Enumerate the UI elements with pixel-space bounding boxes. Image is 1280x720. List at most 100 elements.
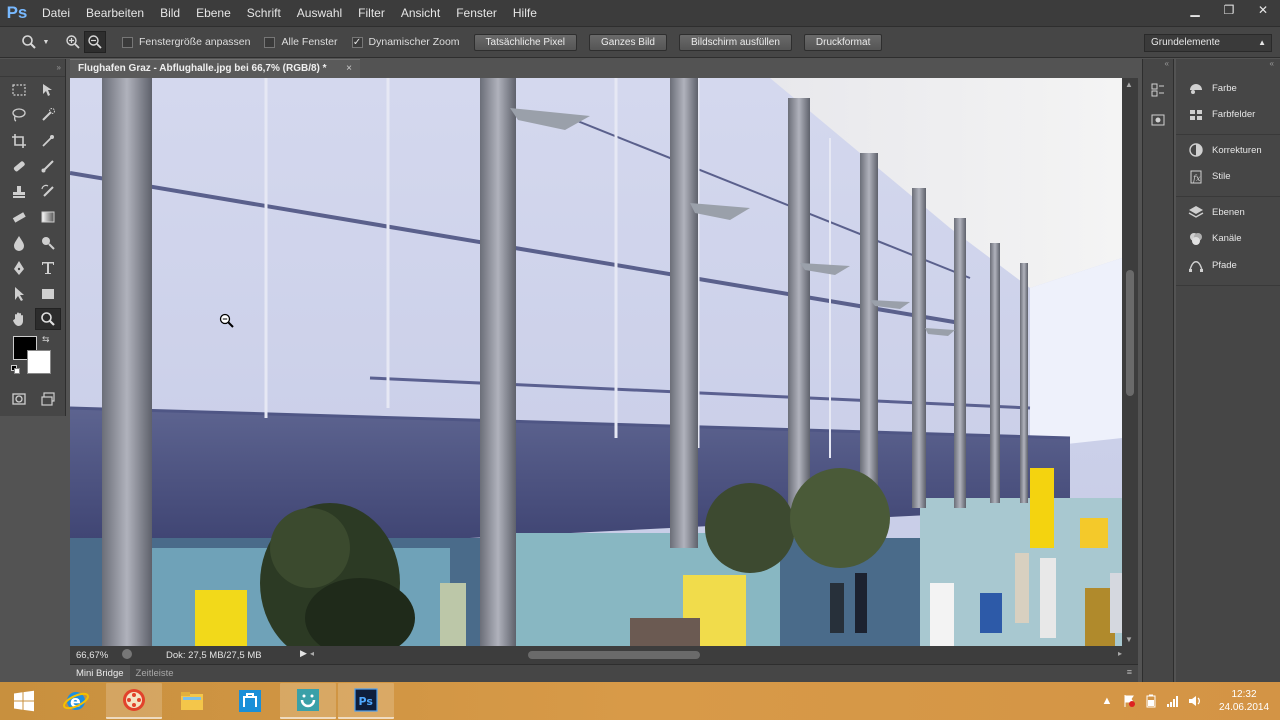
hand-tool-icon[interactable] xyxy=(6,308,31,330)
volume-icon[interactable] xyxy=(1184,692,1206,710)
styles-icon: fx xyxy=(1186,169,1206,185)
eraser-tool-icon[interactable] xyxy=(6,206,32,228)
zoom-tool-preset-icon[interactable] xyxy=(18,31,40,53)
properties-panel-icon[interactable] xyxy=(1147,109,1169,131)
status-indicator-icon[interactable] xyxy=(122,649,132,659)
clock[interactable]: 12:32 24.06.2014 xyxy=(1214,688,1274,714)
network-icon[interactable] xyxy=(1162,692,1184,710)
show-hidden-icons-icon[interactable]: ▲ xyxy=(1096,692,1118,710)
start-button[interactable] xyxy=(0,682,48,720)
action-center-flag-icon[interactable] xyxy=(1118,692,1140,710)
brush-tool-icon[interactable] xyxy=(36,155,62,177)
eyedropper-tool-icon[interactable] xyxy=(36,130,62,152)
panel-stile[interactable]: fx Stile xyxy=(1176,164,1280,191)
battery-icon[interactable] xyxy=(1140,692,1162,710)
menu-bearbeiten[interactable]: Bearbeiten xyxy=(78,0,152,26)
panel-farbe[interactable]: Farbe xyxy=(1176,75,1280,102)
menu-schrift[interactable]: Schrift xyxy=(239,0,289,26)
panel-menu-icon[interactable]: ≡ xyxy=(1127,667,1132,677)
horizontal-scrollbar[interactable]: ◂ ▸ xyxy=(310,649,1122,661)
default-colors-icon[interactable] xyxy=(11,365,20,374)
airport-hall-photo xyxy=(70,78,1122,646)
panel-ebenen[interactable]: Ebenen xyxy=(1176,199,1280,226)
scroll-right-icon[interactable]: ▸ xyxy=(1118,649,1122,658)
actual-pixels-button[interactable]: Tatsächliche Pixel xyxy=(473,33,578,51)
screen-mode-icon[interactable] xyxy=(36,388,62,410)
checkbox-box[interactable] xyxy=(122,36,133,48)
svg-text:Ps: Ps xyxy=(359,695,374,708)
all-windows-checkbox[interactable]: Alle Fenster xyxy=(264,36,338,48)
history-panel-icon[interactable] xyxy=(1147,79,1169,101)
fit-screen-button[interactable]: Ganzes Bild xyxy=(589,33,667,51)
tab-zeitleiste[interactable]: Zeitleiste xyxy=(130,665,180,682)
status-menu-arrow-icon[interactable]: ▶ xyxy=(300,648,307,659)
crop-tool-icon[interactable] xyxy=(6,130,32,152)
taskbar-internet-explorer[interactable]: e xyxy=(48,683,104,719)
panel-korrekturen[interactable]: Korrekturen xyxy=(1176,137,1280,164)
panel-label: Farbe xyxy=(1212,82,1237,94)
document-tab[interactable]: Flughafen Graz - Abflughalle.jpg bei 66,… xyxy=(70,59,360,78)
close-button[interactable]: ✕ xyxy=(1246,0,1280,20)
clone-stamp-tool-icon[interactable] xyxy=(6,181,32,203)
taskbar-media-player[interactable] xyxy=(106,683,162,719)
fill-screen-button[interactable]: Bildschirm ausfüllen xyxy=(678,33,792,51)
horizontal-scroll-thumb[interactable] xyxy=(528,651,700,659)
restore-button[interactable]: ❐ xyxy=(1212,0,1246,20)
healing-brush-tool-icon[interactable] xyxy=(6,155,32,177)
menu-ansicht[interactable]: Ansicht xyxy=(393,0,448,26)
path-selection-tool-icon[interactable] xyxy=(6,283,32,305)
panel-farbfelder[interactable]: Farbfelder xyxy=(1176,102,1280,129)
vertical-scroll-thumb[interactable] xyxy=(1126,270,1134,396)
vertical-scrollbar[interactable]: ▲ ▼ xyxy=(1122,78,1138,646)
gradient-tool-icon[interactable] xyxy=(36,206,62,228)
background-color[interactable] xyxy=(27,350,51,374)
menu-bild[interactable]: Bild xyxy=(152,0,188,26)
document-canvas[interactable] xyxy=(70,78,1122,646)
minimize-button[interactable]: ▁ xyxy=(1178,0,1212,20)
blur-tool-icon[interactable] xyxy=(6,232,32,254)
lasso-tool-icon[interactable] xyxy=(6,104,32,126)
history-brush-tool-icon[interactable] xyxy=(36,181,62,203)
dodge-tool-icon[interactable] xyxy=(36,232,62,254)
print-size-button[interactable]: Druckformat xyxy=(803,33,883,51)
taskbar-file-explorer[interactable] xyxy=(164,683,220,719)
workspace-select[interactable]: Grundelemente ▲ xyxy=(1144,34,1272,52)
menu-ebene[interactable]: Ebene xyxy=(188,0,239,26)
menu-filter[interactable]: Filter xyxy=(350,0,393,26)
panel-expand-icon[interactable]: « xyxy=(1143,59,1173,73)
move-tool-icon[interactable] xyxy=(36,79,62,101)
panel-dock-expand-icon[interactable]: « xyxy=(1176,59,1280,73)
zoom-out-icon[interactable] xyxy=(84,31,106,53)
quick-mask-icon[interactable] xyxy=(6,388,32,410)
zoom-tool-icon[interactable] xyxy=(35,308,61,331)
fit-window-checkbox[interactable]: Fenstergröße anpassen xyxy=(122,36,250,48)
menu-hilfe[interactable]: Hilfe xyxy=(505,0,545,26)
rectangle-tool-icon[interactable] xyxy=(36,283,62,305)
workspace-value: Grundelemente xyxy=(1151,37,1220,48)
taskbar-remote-app[interactable] xyxy=(280,683,336,719)
zoom-in-icon[interactable] xyxy=(62,31,84,53)
checkbox-box[interactable] xyxy=(264,36,276,48)
taskbar-store[interactable] xyxy=(222,683,278,719)
zoom-percentage[interactable]: 66,67% xyxy=(70,650,122,661)
scroll-left-icon[interactable]: ◂ xyxy=(310,649,314,658)
swap-colors-icon[interactable]: ⇆ xyxy=(42,334,50,345)
close-tab-icon[interactable]: × xyxy=(346,60,352,77)
quick-selection-tool-icon[interactable] xyxy=(36,104,62,126)
checkmark-icon[interactable]: ✓ xyxy=(351,36,363,48)
marquee-tool-icon[interactable] xyxy=(6,79,32,101)
menu-auswahl[interactable]: Auswahl xyxy=(289,0,350,26)
panel-pfade[interactable]: Pfade xyxy=(1176,252,1280,279)
menu-datei[interactable]: Datei xyxy=(34,0,78,26)
type-tool-icon[interactable] xyxy=(36,257,62,279)
panel-collapse-icon[interactable]: » xyxy=(0,59,65,77)
scrubby-zoom-checkbox[interactable]: ✓ Dynamischer Zoom xyxy=(351,36,460,48)
taskbar-photoshop[interactable]: Ps xyxy=(338,683,394,719)
scroll-down-icon[interactable]: ▼ xyxy=(1125,635,1133,644)
panel-kanaele[interactable]: Kanäle xyxy=(1176,226,1280,253)
pen-tool-icon[interactable] xyxy=(6,257,32,279)
preset-dropdown-icon[interactable]: ▼ xyxy=(40,31,52,53)
menu-fenster[interactable]: Fenster xyxy=(448,0,505,26)
scroll-up-icon[interactable]: ▲ xyxy=(1125,80,1133,89)
tab-mini-bridge[interactable]: Mini Bridge xyxy=(70,665,130,682)
